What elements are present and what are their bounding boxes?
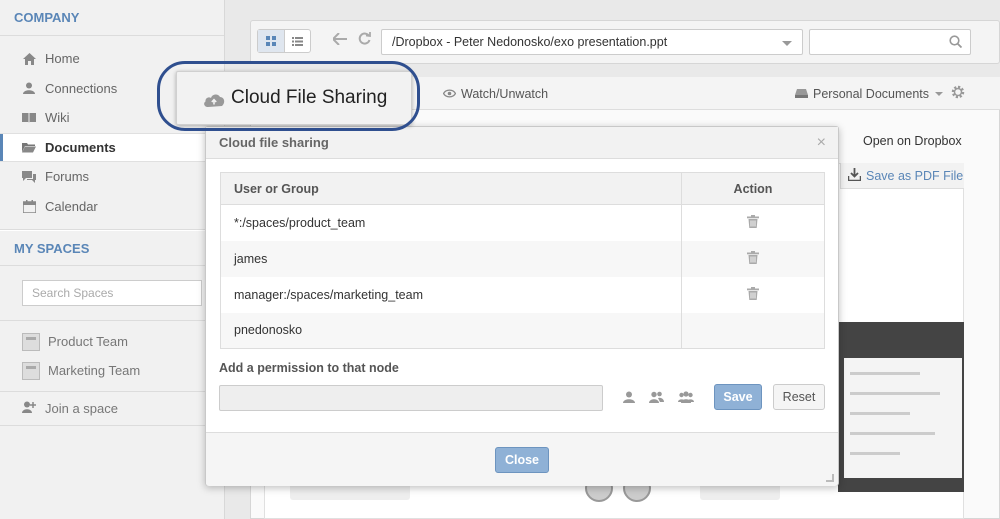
permissions-table: User or Group Action *:/spaces/product_t… — [220, 172, 825, 349]
space-icon — [22, 361, 40, 380]
sidebar-item-label: Home — [45, 51, 80, 67]
sidebar-item-forums[interactable]: Forums — [0, 162, 224, 192]
book-icon — [22, 111, 36, 125]
permission-user: manager:/spaces/marketing_team — [220, 276, 682, 313]
column-header-user: User or Group — [220, 172, 682, 205]
search-spaces-input[interactable]: Search Spaces — [22, 280, 202, 306]
permission-user: *:/spaces/product_team — [220, 204, 682, 241]
sidebar-item-label: Connections — [45, 80, 118, 96]
space-item-label: Marketing Team — [48, 363, 141, 378]
delete-permission-button[interactable] — [682, 277, 825, 313]
sidebar-item-label: Documents — [45, 139, 116, 155]
save-as-pdf-button[interactable]: Save as PDF File — [840, 163, 964, 189]
refresh-icon[interactable] — [358, 32, 371, 49]
chat-icon — [22, 170, 36, 184]
sidebar-item-documents[interactable]: Documents — [0, 132, 224, 162]
spaces-list: Product Team Marketing Team — [0, 320, 224, 392]
select-user-icon[interactable] — [623, 391, 635, 406]
table-row: *:/spaces/product_team — [220, 204, 825, 241]
open-on-dropbox-link[interactable]: Open on Dropbox — [863, 134, 962, 148]
dialog-header: Cloud file sharing × — [206, 127, 838, 159]
download-icon — [847, 167, 862, 184]
thumbnail-line — [850, 392, 940, 395]
add-user-icon — [22, 401, 36, 416]
space-item-label: Product Team — [48, 334, 128, 349]
reset-button[interactable]: Reset — [773, 384, 825, 410]
my-spaces-section-title: MY SPACES — [0, 230, 224, 266]
space-item-product-team[interactable]: Product Team — [0, 327, 224, 356]
watch-unwatch-label: Watch/Unwatch — [461, 87, 549, 101]
folder-icon — [22, 140, 36, 154]
select-membership-icon[interactable] — [649, 391, 664, 406]
watch-unwatch-button[interactable]: Watch/Unwatch — [442, 87, 549, 101]
table-header-row: User or Group Action — [220, 172, 825, 205]
thumbnail-line — [850, 412, 910, 415]
drive-icon — [795, 87, 808, 101]
permission-user: pnedonosko — [220, 312, 682, 349]
company-section-title: COMPANY — [0, 0, 224, 36]
permission-user: james — [220, 240, 682, 277]
calendar-icon — [22, 199, 36, 213]
highlight-ring — [157, 61, 420, 131]
eye-icon — [442, 87, 457, 101]
sidebar-item-label: Wiki — [45, 110, 70, 126]
list-view-button[interactable] — [285, 30, 311, 52]
dialog-title: Cloud file sharing — [219, 135, 329, 150]
join-space-label: Join a space — [45, 401, 118, 416]
thumbnail-line — [850, 372, 920, 375]
column-header-action: Action — [681, 172, 825, 205]
sidebar-item-label: Calendar — [45, 198, 98, 214]
table-row: james — [220, 240, 825, 277]
thumbnail-line — [850, 432, 935, 435]
space-item-marketing-team[interactable]: Marketing Team — [0, 356, 224, 385]
chevron-down-icon — [782, 41, 792, 46]
select-group-icon[interactable] — [678, 391, 694, 406]
search-input[interactable] — [809, 29, 971, 55]
cloud-file-sharing-dialog: Cloud file sharing × User or Group Actio… — [205, 126, 839, 486]
trash-icon — [747, 250, 759, 264]
trash-icon — [747, 214, 759, 228]
personal-documents-dropdown[interactable]: Personal Documents — [795, 87, 944, 101]
path-dropdown[interactable]: /Dropbox - Peter Nedonosko/exo presentat… — [381, 29, 803, 55]
grid-view-button[interactable] — [258, 30, 285, 52]
resize-handle-icon[interactable] — [826, 474, 834, 482]
table-row: pnedonosko — [220, 312, 825, 349]
search-icon — [949, 35, 963, 51]
table-row: manager:/spaces/marketing_team — [220, 276, 825, 313]
close-icon[interactable]: × — [817, 127, 826, 159]
trash-icon — [747, 286, 759, 300]
permission-type-icons — [623, 391, 694, 406]
path-value: /Dropbox - Peter Nedonosko/exo presentat… — [392, 35, 668, 49]
space-icon — [22, 332, 40, 351]
delete-permission-button[interactable] — [682, 205, 825, 241]
personal-documents-label: Personal Documents — [813, 87, 930, 101]
thumbnail-line — [850, 452, 900, 455]
slide-thumbnail-content — [844, 358, 962, 478]
save-as-pdf-label: Save as PDF File — [866, 168, 964, 183]
sidebar-item-calendar[interactable]: Calendar — [0, 192, 224, 222]
save-button[interactable]: Save — [714, 384, 762, 410]
delete-permission-button[interactable] — [681, 240, 825, 277]
chevron-down-icon — [935, 92, 944, 96]
user-icon — [22, 81, 36, 95]
list-icon — [291, 36, 303, 46]
view-toggle — [257, 29, 311, 53]
sidebar-item-label: Forums — [45, 169, 90, 185]
grid-icon — [265, 36, 276, 46]
home-icon — [22, 52, 36, 66]
join-space-link[interactable]: Join a space — [0, 392, 224, 426]
add-permission-label: Add a permission to that node — [219, 361, 399, 375]
gear-icon[interactable] — [950, 84, 966, 105]
dialog-footer: Close — [206, 432, 838, 486]
close-button[interactable]: Close — [495, 447, 549, 473]
back-arrow-icon[interactable] — [331, 32, 347, 49]
permission-input[interactable] — [219, 385, 603, 411]
empty-action-cell — [681, 312, 825, 349]
